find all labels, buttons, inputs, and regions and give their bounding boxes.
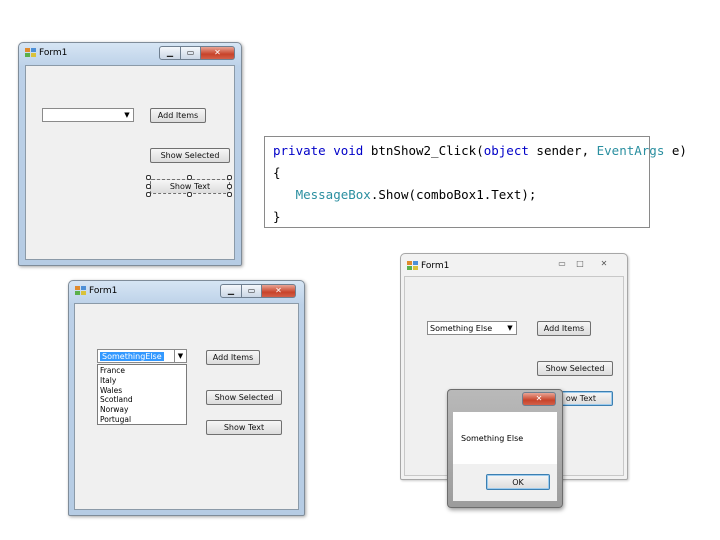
list-item[interactable]: France <box>100 366 184 376</box>
message-box-footer: OK <box>453 464 557 501</box>
designer-form-titlebar: Form1 ▁ ▭ ✕ <box>19 43 241 65</box>
ok-button[interactable]: OK <box>486 474 550 490</box>
combobox[interactable]: Something Else ▼ <box>427 321 517 335</box>
list-item[interactable]: Portugal <box>100 415 184 425</box>
combobox[interactable]: SomethingElse ▼ <box>97 349 187 363</box>
resize-handle[interactable] <box>227 184 232 189</box>
designer-form-window: Form1 ▁ ▭ ✕ ▼ Add Items Show Selected Sh… <box>18 42 242 266</box>
list-item[interactable]: Wales <box>100 386 184 396</box>
resize-handle[interactable] <box>227 175 232 180</box>
result-form-titlebar: Form1 ▭ □ ✕ <box>401 254 627 276</box>
message-box-content: Something Else <box>453 412 557 464</box>
show-text-button[interactable]: Show Text <box>206 420 282 435</box>
show-selected-button[interactable]: Show Selected <box>150 148 230 163</box>
window-title: Form1 <box>39 48 68 58</box>
resize-handle[interactable] <box>146 184 151 189</box>
designer-form-client: ▼ Add Items Show Selected Show Text <box>25 65 235 260</box>
window-title: Form1 <box>421 261 450 271</box>
resize-handle[interactable] <box>146 175 151 180</box>
close-icon[interactable]: ✕ <box>201 46 235 60</box>
window-controls: ▁ ▭ ✕ <box>220 284 296 298</box>
maximize-icon[interactable]: ▭ <box>242 284 262 298</box>
list-item[interactable]: Norway <box>100 405 184 415</box>
form-icon <box>75 286 86 296</box>
dropdown-form-titlebar: Form1 ▁ ▭ ✕ <box>69 281 304 303</box>
close-icon[interactable]: ✕ <box>522 392 556 406</box>
code-keyword: object <box>483 143 529 158</box>
code-snippet: private void btnShow2_Click(object sende… <box>264 136 687 228</box>
code-method-name: btnShow2_Click( <box>363 143 484 158</box>
combobox-selected-value: Something Else <box>430 323 493 333</box>
code-keyword: private void <box>273 143 364 158</box>
combobox[interactable]: ▼ <box>42 108 134 122</box>
code-brace-open: { <box>273 165 281 180</box>
chevron-down-icon[interactable]: ▼ <box>174 350 186 362</box>
add-items-button[interactable]: Add Items <box>206 350 260 365</box>
window-title: Form1 <box>89 286 118 296</box>
code-type: MessageBox <box>295 187 371 202</box>
add-items-button[interactable]: Add Items <box>537 321 591 336</box>
minimize-icon[interactable]: ▁ <box>220 284 242 298</box>
code-type: EventArgs <box>596 143 665 158</box>
resize-handle[interactable] <box>227 192 232 197</box>
form-icon <box>407 261 418 271</box>
resize-handle[interactable] <box>187 175 192 180</box>
minimize-icon[interactable]: ▭ <box>553 257 571 271</box>
list-item[interactable]: Italy <box>100 376 184 386</box>
combobox-dropdown-list: France Italy Wales Scotland Norway Portu… <box>97 364 187 425</box>
message-box-window: ✕ Something Else OK <box>447 389 563 508</box>
dropdown-form-window: Form1 ▁ ▭ ✕ SomethingElse ▼ France Italy… <box>68 280 305 516</box>
code-brace-close: } <box>273 209 281 224</box>
show-selected-button[interactable]: Show Selected <box>206 390 282 405</box>
chevron-down-icon[interactable]: ▼ <box>121 109 133 121</box>
code-param: sender, <box>528 143 597 158</box>
message-text: Something Else <box>461 434 524 443</box>
code-statement: .Show(comboBox1.Text); <box>370 187 537 202</box>
close-icon[interactable]: ✕ <box>595 257 613 271</box>
dropdown-form-client: SomethingElse ▼ France Italy Wales Scotl… <box>74 303 299 510</box>
add-items-button[interactable]: Add Items <box>150 108 206 123</box>
form-icon <box>25 48 36 58</box>
window-controls: ▭ □ ✕ <box>553 257 613 271</box>
list-item[interactable]: Scotland <box>100 395 184 405</box>
code-param: e) <box>664 143 687 158</box>
close-icon[interactable]: ✕ <box>262 284 296 298</box>
window-controls: ▁ ▭ ✕ <box>159 46 235 60</box>
minimize-icon[interactable]: ▁ <box>159 46 181 60</box>
maximize-icon[interactable]: ▭ <box>181 46 201 60</box>
show-selected-button[interactable]: Show Selected <box>537 361 613 376</box>
combobox-selected-value: SomethingElse <box>100 351 164 361</box>
resize-handle[interactable] <box>187 192 192 197</box>
resize-handle[interactable] <box>146 192 151 197</box>
maximize-icon[interactable]: □ <box>571 257 589 271</box>
chevron-down-icon[interactable]: ▼ <box>504 322 516 334</box>
